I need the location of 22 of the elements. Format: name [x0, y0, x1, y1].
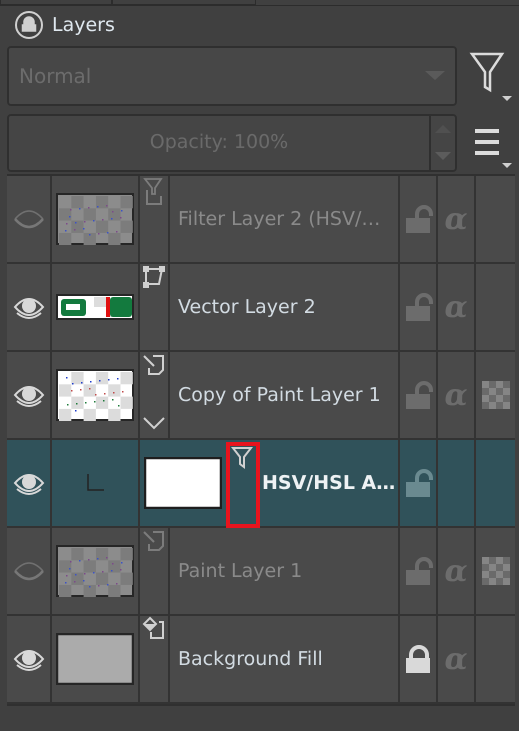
layer-name: HSV/HSL A… — [262, 470, 396, 496]
layer-name: Paint Layer 1 — [178, 558, 302, 584]
vector-layer-icon — [141, 264, 167, 290]
unlocked-icon[interactable] — [403, 468, 433, 498]
layer-name: Filter Layer 2 (HSV/… — [178, 206, 380, 232]
layer-name: Background Fill — [178, 646, 323, 672]
inherit-alpha-icon[interactable] — [482, 381, 510, 409]
unlocked-icon[interactable] — [403, 204, 433, 234]
layer-row[interactable]: HSV/HSL A… — [7, 440, 515, 528]
paint-layer-icon — [141, 528, 167, 554]
unlocked-icon[interactable] — [403, 380, 433, 410]
layer-name: Copy of Paint Layer 1 — [178, 382, 381, 408]
layer-name: Vector Layer 2 — [178, 294, 316, 320]
inherit-alpha-icon[interactable] — [482, 557, 510, 585]
locked-icon[interactable] — [403, 644, 433, 674]
filter-mask-icon — [231, 446, 253, 470]
indent-icon — [86, 474, 104, 492]
lock-icon[interactable] — [14, 10, 44, 40]
paint-layer-icon — [141, 352, 167, 378]
panel-title: Layers — [52, 12, 115, 38]
unlocked-icon[interactable] — [403, 292, 433, 322]
unlocked-icon[interactable] — [403, 556, 433, 586]
